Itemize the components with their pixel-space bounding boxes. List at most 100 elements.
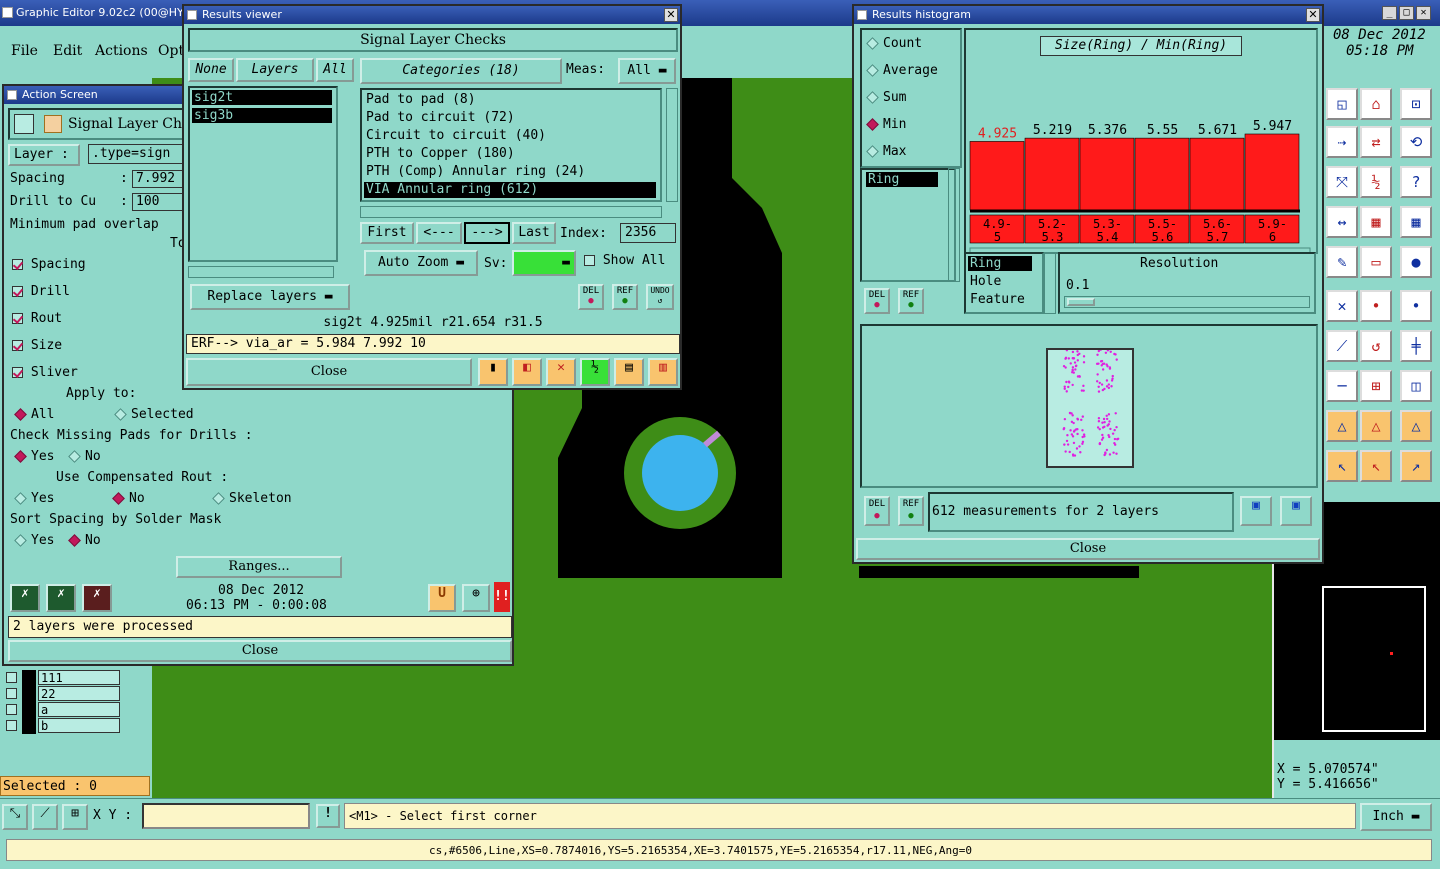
tool-button[interactable]: ╪ — [1400, 330, 1432, 362]
index-input[interactable]: 2356 — [620, 223, 676, 243]
comp-yes-radio[interactable]: Yes — [14, 491, 54, 506]
report-tool-2[interactable]: ◧ — [512, 358, 542, 386]
category-item[interactable]: PTH to Copper (180) — [364, 146, 656, 162]
hist-ref-button[interactable]: REF ● — [898, 288, 924, 314]
layers-hscroll[interactable] — [188, 266, 334, 278]
option-sum[interactable]: Sum — [866, 90, 906, 105]
action-close-button[interactable]: Close — [8, 640, 512, 662]
category-item[interactable]: Pad to circuit (72) — [364, 110, 656, 126]
category-item[interactable]: PTH (Comp) Annular ring (24) — [364, 164, 656, 180]
tool-button[interactable]: ↖ — [1326, 450, 1358, 482]
viewer-close-button[interactable]: Close — [186, 358, 472, 386]
histogram-bar[interactable] — [1079, 137, 1135, 211]
sort-yes-radio[interactable]: Yes — [14, 533, 54, 548]
next-button[interactable]: ---> — [464, 222, 510, 244]
apply-selected-radio[interactable]: Selected — [114, 407, 194, 422]
meas-select[interactable]: All ▬ — [618, 58, 676, 84]
resolution-slider[interactable] — [1064, 296, 1310, 308]
tool-button[interactable]: ⤧ — [1326, 166, 1358, 198]
tool-button[interactable]: ✕ — [1326, 290, 1358, 322]
run-button-3[interactable]: ✗ — [82, 584, 112, 612]
category-item[interactable]: Pad to pad (8) — [364, 92, 656, 108]
menu-actions[interactable]: Actions — [95, 43, 148, 59]
layer-item-sig2t[interactable]: sig2t — [192, 90, 332, 105]
missing-yes-radio[interactable]: Yes — [14, 449, 54, 464]
report-tool-4[interactable]: ½ — [580, 358, 610, 386]
category-item[interactable]: Circuit to circuit (40) — [364, 128, 656, 144]
tool-button[interactable]: ◫ — [1400, 370, 1432, 402]
units-select[interactable]: Inch ▬ — [1360, 803, 1432, 831]
option-max[interactable]: Max — [866, 144, 906, 159]
close-app-button[interactable]: ✕ — [1416, 6, 1431, 20]
replace-layers-button[interactable]: Replace layers ▬ — [190, 284, 350, 310]
feature-item-ring[interactable]: Ring — [968, 256, 1032, 271]
tool-button[interactable]: △ — [1360, 410, 1392, 442]
tool-button[interactable]: ↗ — [1400, 450, 1432, 482]
tool-button[interactable]: • — [1400, 290, 1432, 322]
tool-button[interactable]: ⊞ — [1360, 370, 1392, 402]
option-min[interactable]: Min — [866, 117, 906, 132]
option-average[interactable]: Average — [866, 63, 938, 78]
maximize-button[interactable]: □ — [1399, 6, 1414, 20]
spacing-input[interactable]: 7.992 — [132, 170, 188, 188]
category-item[interactable]: VIA Annular ring (612) — [364, 182, 656, 198]
layers-listbox[interactable]: sig2t sig3b — [188, 86, 338, 262]
histogram-titlebar[interactable]: Results histogram ✕ — [854, 6, 1322, 24]
tool-button[interactable]: ⇢ — [1326, 126, 1358, 158]
tool-button[interactable]: ─ — [1326, 370, 1358, 402]
grid-tool-button[interactable]: ⊞ — [62, 804, 88, 830]
report-tool-3[interactable]: ✕ — [546, 358, 576, 386]
tool-button[interactable]: ▭ — [1360, 246, 1392, 278]
histogram-bar[interactable] — [1024, 137, 1080, 211]
undo-button[interactable]: UNDO ↺ — [646, 284, 674, 310]
last-button[interactable]: Last — [512, 222, 556, 244]
sv-color-select[interactable]: ▬ — [512, 250, 576, 276]
tool-button[interactable]: ⌂ — [1360, 88, 1392, 120]
attribute-item-ring[interactable]: Ring — [866, 172, 938, 187]
layer-row[interactable]: b — [2, 718, 120, 734]
feature-item-hole[interactable]: Hole — [970, 274, 1001, 289]
apply-all-radio[interactable]: All — [14, 407, 54, 422]
show-all-checkbox[interactable]: Show All — [584, 253, 665, 268]
layer-select-button[interactable]: Layer : — [8, 144, 80, 166]
tool-button[interactable]: △ — [1326, 410, 1358, 442]
feature-list[interactable]: Ring Hole Feature — [964, 252, 1044, 314]
tool-button[interactable]: ↺ — [1360, 330, 1392, 362]
layers-button[interactable]: Layers — [236, 58, 314, 82]
tool-button[interactable]: ↔ — [1326, 206, 1358, 238]
close-icon[interactable]: ✕ — [664, 8, 678, 22]
layer-row-checkbox[interactable] — [6, 672, 17, 683]
attribute-vscroll[interactable] — [948, 168, 960, 282]
comp-no-radio[interactable]: No — [112, 491, 145, 506]
export-button-1[interactable]: ▣ — [1240, 496, 1272, 526]
auto-zoom-select[interactable]: Auto Zoom ▬ — [364, 250, 478, 276]
none-button[interactable]: None — [188, 58, 234, 82]
categories-listbox[interactable]: Pad to pad (8) Pad to circuit (72) Circuit… — [360, 88, 662, 202]
layer-row[interactable]: 22 — [2, 686, 120, 702]
tool-button[interactable]: ▦ — [1400, 206, 1432, 238]
option-count[interactable]: Count — [866, 36, 922, 51]
tool-button[interactable]: ⊡ — [1400, 88, 1432, 120]
tool-button[interactable]: • — [1360, 290, 1392, 322]
hist-del-button[interactable]: DEL ● — [864, 288, 890, 314]
tool-button[interactable]: △ — [1400, 410, 1432, 442]
tool-button[interactable]: ⟋ — [1326, 330, 1358, 362]
sort-no-radio[interactable]: No — [68, 533, 101, 548]
report-tool-1[interactable]: ▮ — [478, 358, 508, 386]
magnet-button[interactable]: U — [428, 584, 456, 612]
all-layers-button[interactable]: All — [316, 58, 354, 82]
ref-button[interactable]: REF ● — [612, 284, 638, 310]
histogram-bar[interactable] — [969, 141, 1025, 211]
check-sliver[interactable]: Sliver — [12, 365, 78, 380]
check-rout[interactable]: Rout — [12, 311, 62, 326]
zoom-results-button[interactable]: ⊕ — [462, 584, 490, 612]
zoom-tool-button[interactable]: ⤡ — [2, 804, 28, 830]
menu-edit[interactable]: Edit — [53, 43, 82, 59]
histogram-bar[interactable] — [1244, 133, 1300, 211]
layer-row-checkbox[interactable] — [6, 720, 17, 731]
check-size[interactable]: Size — [12, 338, 62, 353]
run-button-2[interactable]: ✗ — [46, 584, 76, 612]
histogram-bar[interactable] — [1134, 137, 1190, 211]
histogram-bar[interactable] — [1189, 137, 1245, 211]
preview-ref-button[interactable]: REF ● — [898, 496, 924, 526]
